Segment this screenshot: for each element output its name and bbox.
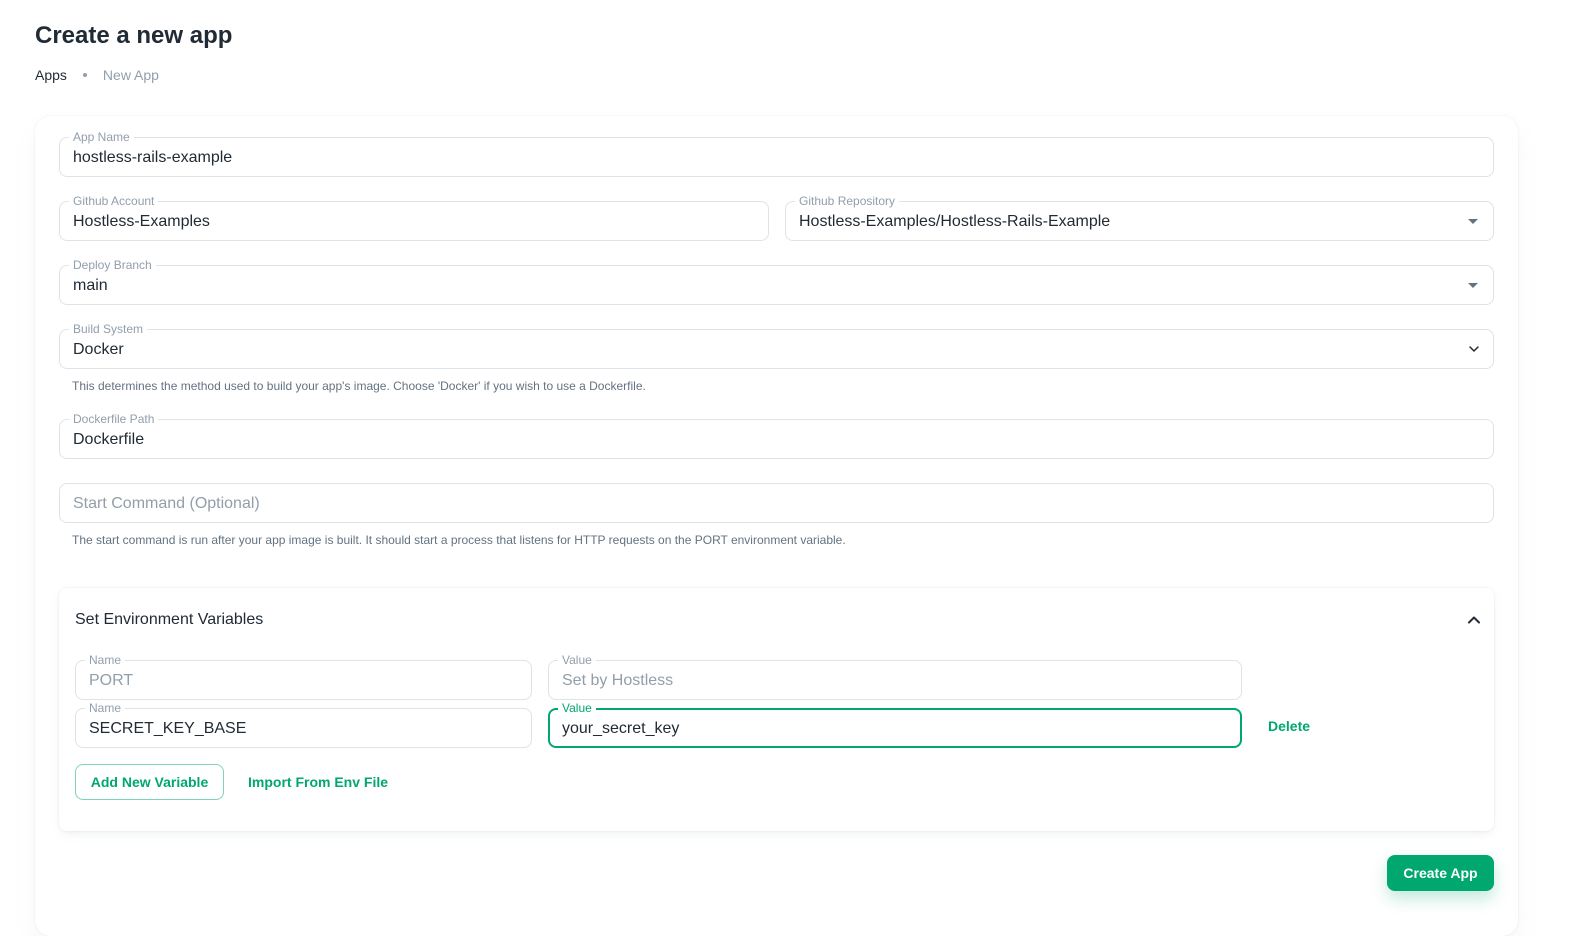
env-name-label: Name	[85, 653, 126, 667]
caret-down-icon[interactable]	[1468, 283, 1478, 288]
github-repository-label: Github Repository	[795, 194, 900, 208]
start-command-input[interactable]: Start Command (Optional)	[59, 483, 1494, 523]
breadcrumb: Apps New App	[35, 67, 159, 83]
breadcrumb-apps[interactable]: Apps	[35, 67, 67, 83]
build-system-value: Docker	[73, 341, 124, 358]
env-value-label: Value	[558, 653, 596, 667]
env-value-field[interactable]: Value your_secret_key	[548, 701, 1242, 748]
github-account-value: Hostless-Examples	[73, 213, 210, 230]
build-system-helper: This determines the method used to build…	[72, 379, 646, 393]
chevron-down-icon[interactable]	[1467, 342, 1481, 356]
deploy-branch-select[interactable]: Deploy Branch main	[59, 258, 1494, 305]
start-command-placeholder: Start Command (Optional)	[73, 495, 260, 512]
build-system-label: Build System	[69, 322, 148, 336]
github-repository-select[interactable]: Github Repository Hostless-Examples/Host…	[785, 194, 1494, 241]
deploy-branch-label: Deploy Branch	[69, 258, 156, 272]
env-name-value: SECRET_KEY_BASE	[89, 720, 247, 737]
create-app-form: App Name hostless-rails-example Github A…	[35, 116, 1518, 936]
dockerfile-path-label: Dockerfile Path	[69, 412, 159, 426]
env-name-label: Name	[85, 701, 126, 715]
env-value-value: Set by Hostless	[562, 672, 674, 689]
env-value-label: Value	[558, 701, 596, 715]
start-command-helper: The start command is run after your app …	[72, 533, 846, 547]
env-name-field[interactable]: Name PORT	[75, 653, 532, 700]
env-variables-title: Set Environment Variables	[75, 611, 264, 628]
breadcrumb-new-app: New App	[102, 67, 159, 83]
github-account-field[interactable]: Github Account Hostless-Examples	[59, 194, 769, 241]
build-system-select[interactable]: Build System Docker	[59, 322, 1494, 369]
env-variables-panel: Set Environment Variables Name PORT Valu…	[59, 588, 1494, 831]
app-name-label: App Name	[69, 130, 134, 144]
env-value-value: your_secret_key	[562, 720, 680, 737]
create-app-button[interactable]: Create App	[1387, 855, 1494, 891]
dockerfile-path-field[interactable]: Dockerfile Path Dockerfile	[59, 412, 1494, 459]
caret-down-icon[interactable]	[1468, 219, 1478, 224]
add-new-variable-button[interactable]: Add New Variable	[75, 764, 224, 800]
deploy-branch-value: main	[73, 277, 108, 294]
env-name-value: PORT	[89, 672, 134, 689]
app-name-value: hostless-rails-example	[73, 149, 233, 166]
import-env-file-button[interactable]: Import From Env File	[248, 774, 388, 790]
dockerfile-path-value: Dockerfile	[73, 431, 145, 448]
env-name-field[interactable]: Name SECRET_KEY_BASE	[75, 701, 532, 748]
github-repository-value: Hostless-Examples/Hostless-Rails-Example	[799, 213, 1111, 230]
delete-variable-button[interactable]: Delete	[1268, 718, 1310, 734]
app-name-field[interactable]: App Name hostless-rails-example	[59, 130, 1494, 177]
breadcrumb-separator	[82, 73, 87, 77]
github-account-label: Github Account	[69, 194, 159, 208]
env-value-field[interactable]: Value Set by Hostless	[548, 653, 1242, 700]
page-title: Create a new app	[35, 22, 233, 49]
chevron-up-icon[interactable]	[1466, 612, 1482, 628]
